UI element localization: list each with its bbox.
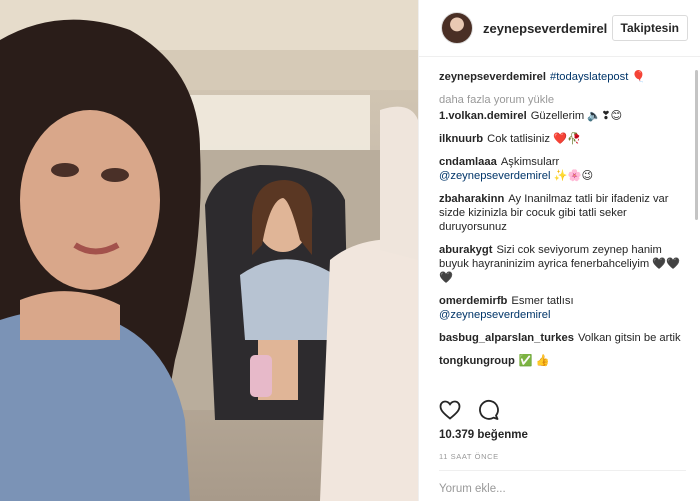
comment-mention[interactable]: @zeynepseverdemirel xyxy=(439,309,550,321)
comment-username[interactable]: tongkungroup xyxy=(439,355,515,367)
comment-username[interactable]: zbaharakinn xyxy=(439,193,504,205)
comment-text: Esmer tatlısı xyxy=(511,295,574,307)
likes-count[interactable]: 10.379 beğenme xyxy=(439,429,528,441)
comment-text: Aşkimsularr xyxy=(500,156,560,168)
comment-input[interactable] xyxy=(439,480,679,498)
comment-username[interactable]: basbug_alparslan_turkes xyxy=(439,332,574,344)
avatar[interactable] xyxy=(441,12,473,44)
post-header: zeynepseverdemirel Takiptesin xyxy=(419,0,700,57)
comment-text: Güzellerim 🔈❣😊 xyxy=(530,110,623,122)
comment-text: Volkan gitsin be artik xyxy=(577,332,681,344)
post-side-panel: zeynepseverdemirel Takiptesin zeynepseve… xyxy=(418,0,700,501)
comment-username[interactable]: cndamlaaa xyxy=(439,156,497,168)
photo-illustration xyxy=(0,0,418,501)
comment-item: aburakygt Sizi cok seviyorum zeynep hanim… xyxy=(439,243,686,285)
comment-username[interactable]: aburakygt xyxy=(439,244,492,256)
comment-bubble-icon[interactable] xyxy=(476,398,500,422)
post-photo xyxy=(0,0,418,501)
follow-button[interactable]: Takiptesin xyxy=(611,15,688,41)
comment-username[interactable]: ilknuurb xyxy=(439,133,483,145)
comments-list: zeynepseverdemirel #todayslatepost 🎈 daha… xyxy=(439,70,686,392)
caption: zeynepseverdemirel #todayslatepost 🎈 xyxy=(439,70,686,84)
comment-username[interactable]: 1.volkan.demirel xyxy=(439,110,527,122)
caption-username[interactable]: zeynepseverdemirel xyxy=(439,71,546,83)
comment-text-after: ✨🌸😉 xyxy=(550,170,594,182)
comment-text: Cok tatlisiniz ❤️🥀 xyxy=(487,133,581,145)
comment-item: basbug_alparslan_turkes Volkan gitsin be … xyxy=(439,331,686,345)
comment-item: cndamlaaa Aşkimsularr @zeynepseverdemirel… xyxy=(439,155,686,183)
heart-icon[interactable] xyxy=(438,398,462,422)
header-username[interactable]: zeynepseverdemirel xyxy=(483,21,612,36)
comment-mention[interactable]: @zeynepseverdemirel xyxy=(439,170,550,182)
comment-item: ilknuurb Cok tatlisiniz ❤️🥀 xyxy=(439,132,686,146)
comment-text: ✅ 👍 xyxy=(518,355,550,367)
comment-item: 1.volkan.demirel Güzellerim 🔈❣😊 xyxy=(439,109,686,123)
comment-item: tongkungroup ✅ 👍 xyxy=(439,354,686,368)
comments-scrollbar[interactable] xyxy=(695,70,698,220)
divider xyxy=(439,470,686,471)
comment-username[interactable]: omerdemirfb xyxy=(439,295,507,307)
caption-text[interactable]: #todayslatepost 🎈 xyxy=(550,71,645,83)
comment-item: omerdemirfb Esmer tatlısı @zeynepseverdem… xyxy=(439,294,686,322)
comment-item: zbaharakinn Ay Inanilmaz tatli bir ifaden… xyxy=(439,192,686,234)
load-more-comments-link[interactable]: daha fazla yorum yükle xyxy=(439,93,686,107)
post-actions xyxy=(438,398,686,422)
post-timestamp: 11 SAAT ÖNCE xyxy=(439,452,499,461)
